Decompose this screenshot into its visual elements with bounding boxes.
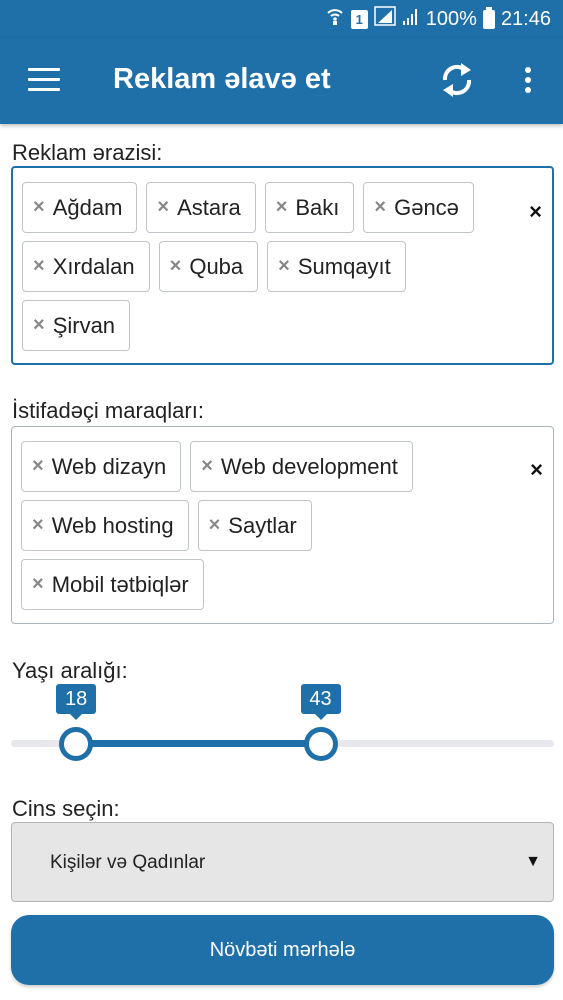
remove-tag-icon[interactable]: ×	[170, 255, 182, 278]
tag-label: Saytlar	[228, 512, 297, 538]
remove-tag-icon[interactable]: ×	[32, 455, 44, 478]
age-min-bubble: 18	[56, 684, 97, 720]
remove-tag-icon[interactable]: ×	[201, 455, 213, 478]
more-vert-icon[interactable]	[522, 67, 534, 95]
remove-tag-icon[interactable]: ×	[374, 196, 386, 219]
interest-tags: × Web dizayn × Web development × Web hosting ×…	[21, 441, 493, 618]
interest-tag[interactable]: × Web hosting	[21, 500, 189, 551]
tag-label: Mobil tətbiqlər	[51, 571, 189, 597]
app-bar: Reklam əlavə et	[0, 38, 563, 124]
status-icons: 1 100% 21:46	[325, 6, 551, 32]
age-range-label: Yaşı aralığı:	[12, 658, 128, 683]
region-label: Reklam ərazisi:	[12, 140, 163, 165]
age-slider-fill	[76, 740, 321, 747]
battery-icon	[482, 6, 495, 29]
dropdown-caret-icon: ▼	[525, 853, 541, 870]
remove-tag-icon[interactable]: ×	[32, 514, 44, 537]
battery-percent: 100%	[425, 7, 477, 30]
interest-tag[interactable]: × Saytlar	[197, 500, 312, 551]
tag-label: Ağdam	[52, 194, 123, 220]
interest-tag[interactable]: × Web development	[190, 441, 413, 492]
gender-select[interactable]: Kişilər və Qadınlar ▼	[11, 822, 554, 902]
interests-clear-icon[interactable]: ×	[530, 457, 543, 483]
page-title: Reklam əlavə et	[113, 63, 331, 95]
signal-icon	[374, 6, 396, 32]
tag-label: Web development	[220, 453, 398, 479]
tag-label: Gəncə	[394, 194, 459, 220]
remove-tag-icon[interactable]: ×	[33, 255, 45, 278]
region-tag[interactable]: × Quba	[158, 241, 259, 292]
tag-label: Xırdalan	[52, 253, 135, 279]
clock: 21:46	[500, 7, 551, 30]
region-clear-icon[interactable]: ×	[529, 199, 542, 225]
tag-label: Astara	[177, 194, 241, 220]
tag-label: Şirvan	[52, 312, 116, 338]
remove-tag-icon[interactable]: ×	[33, 314, 45, 337]
remove-tag-icon[interactable]: ×	[32, 573, 44, 596]
interest-tag[interactable]: × Web dizayn	[21, 441, 182, 492]
gender-selected-value: Kişilər və Qadınlar	[50, 852, 206, 873]
signal-icon	[402, 6, 420, 32]
interests-tag-input[interactable]: × Web dizayn × Web development × Web hosting ×…	[11, 426, 554, 624]
menu-icon[interactable]	[28, 68, 60, 92]
remove-tag-icon[interactable]: ×	[278, 255, 290, 278]
age-max-bubble: 43	[300, 684, 341, 720]
remove-tag-icon[interactable]: ×	[33, 196, 45, 219]
next-step-button[interactable]: Növbəti mərhələ	[11, 915, 554, 985]
tag-label: Web dizayn	[51, 453, 167, 479]
region-tag[interactable]: × Xırdalan	[22, 241, 150, 292]
remove-tag-icon[interactable]: ×	[276, 196, 288, 219]
region-tag[interactable]: × Gəncə	[363, 182, 474, 233]
remove-tag-icon[interactable]: ×	[157, 196, 169, 219]
age-max-handle[interactable]	[303, 727, 338, 761]
age-min-handle[interactable]	[59, 727, 94, 761]
region-tag-input[interactable]: × Ağdam × Astara × Bakı × Gəncə × Xırdalan × Quba × S…	[11, 166, 554, 365]
interests-label: İstifadəçi maraqları:	[12, 398, 204, 423]
region-tag[interactable]: × Astara	[146, 182, 256, 233]
region-tags: × Ağdam × Astara × Bakı × Gəncə × Xırdalan × Quba × S…	[22, 182, 492, 359]
tag-label: Web hosting	[51, 512, 174, 538]
region-tag[interactable]: × Şirvan	[22, 300, 131, 351]
tag-label: Quba	[189, 253, 244, 279]
sim-icon: 1	[350, 9, 368, 29]
remove-tag-icon[interactable]: ×	[209, 514, 221, 537]
status-bar: 1 100% 21:46	[0, 0, 563, 38]
region-tag[interactable]: × Ağdam	[22, 182, 138, 233]
tag-label: Bakı	[295, 194, 340, 220]
region-tag[interactable]: × Bakı	[264, 182, 355, 233]
wifi-calling-icon	[325, 6, 345, 32]
gender-label: Cins seçin:	[12, 796, 120, 821]
region-tag[interactable]: × Sumqayıt	[267, 241, 406, 292]
tag-label: Sumqayıt	[297, 253, 391, 279]
interest-tag[interactable]: × Mobil tətbiqlər	[21, 559, 204, 610]
refresh-icon[interactable]	[435, 58, 479, 102]
